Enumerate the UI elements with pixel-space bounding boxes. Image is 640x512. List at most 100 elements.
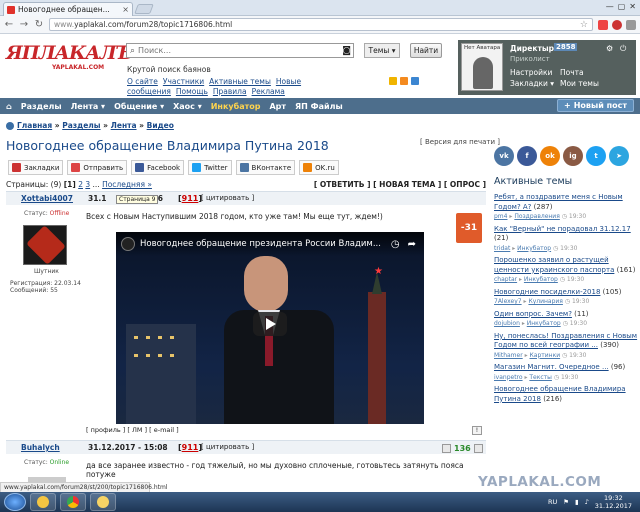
topic-link[interactable]: Один вопрос. Зачем? (494, 310, 572, 318)
post-number-link[interactable]: 911 (182, 194, 199, 203)
topic-actions[interactable]: [ ОТВЕТИТЬ ] [ НОВАЯ ТЕМА ] [ ОПРОС ] (314, 180, 486, 189)
forward-icon[interactable]: → (19, 19, 29, 30)
post-author[interactable]: Buhalych (21, 443, 60, 452)
avatar[interactable] (23, 225, 67, 265)
topic-section[interactable]: Инкубатор (517, 245, 551, 252)
report-icon[interactable]: ! (472, 426, 482, 435)
post-number[interactable]: [911] (178, 194, 202, 203)
themes-dropdown[interactable]: Темы ▾ (364, 43, 400, 58)
cite-button[interactable]: [ цитировать ] (201, 194, 254, 202)
share-vk-button[interactable]: ВКонтакте (235, 160, 296, 175)
play-button[interactable] (253, 312, 287, 336)
mail-link[interactable]: Почта (560, 68, 584, 77)
crumb-video[interactable]: Видео (147, 121, 174, 130)
cite-button[interactable]: [ цитировать ] (201, 443, 254, 451)
opera-icon[interactable] (612, 19, 622, 30)
site-logo[interactable]: ЯПЛАКАЛЪ YAPLAKAL.COM (6, 42, 134, 78)
topic-user[interactable]: dojubion (494, 320, 520, 327)
tray-flag-icon[interactable]: ⚑ (563, 498, 569, 506)
topic-user[interactable]: Mithamer (494, 352, 523, 359)
topic-section[interactable]: Поздравления (514, 213, 560, 220)
topic-section[interactable]: Картинки (530, 352, 561, 359)
topic-section[interactable]: Инкубатор (524, 276, 558, 283)
find-button[interactable]: Найти (410, 43, 442, 58)
bookmarks-link[interactable]: Закладки ▾ (510, 79, 554, 88)
print-version-link[interactable]: [ Версия для печати ] (420, 138, 500, 146)
post-number[interactable]: [911] (178, 443, 202, 452)
topic-link[interactable]: Ребят, а поздравите меня с Новым Годом? … (494, 193, 623, 211)
topic-link[interactable]: Как "Верный" не порадовал 31.12.17 (494, 225, 631, 233)
link-rules[interactable]: Правила (213, 87, 247, 96)
instagram-icon[interactable]: ig (563, 146, 583, 166)
share-facebook-button[interactable]: Facebook (131, 160, 185, 175)
language-indicator[interactable]: RU (548, 498, 557, 506)
link-ads[interactable]: Реклама (252, 87, 285, 96)
bookmark-star-icon[interactable]: ☆ (580, 20, 588, 30)
crumb-home[interactable]: Главная (17, 121, 52, 130)
user-avatar[interactable]: Нет Аватара (461, 43, 503, 91)
menu-art[interactable]: Арт (269, 102, 286, 111)
post-number-link[interactable]: 911 (182, 443, 199, 452)
my-topics-link[interactable]: Мои темы (560, 79, 599, 88)
topic-link[interactable]: Порошенко заявил о растущей ценности укр… (494, 256, 614, 274)
new-post-button[interactable]: + Новый пост (557, 99, 634, 112)
settings-link[interactable]: Настройки (510, 68, 552, 77)
logout-icon[interactable]: ⏻ (620, 44, 626, 54)
link-about[interactable]: О сайте (127, 77, 158, 86)
twitter-icon[interactable]: t (586, 146, 606, 166)
menu-sections[interactable]: Разделы (21, 102, 62, 111)
new-tab-button[interactable] (134, 4, 154, 14)
menu-feed[interactable]: Лента ▾ (71, 102, 105, 111)
topic-link[interactable]: Новогодние посиделки-2018 (494, 288, 600, 296)
start-button[interactable] (4, 493, 26, 511)
channel-icon[interactable] (121, 237, 135, 251)
menu-icon[interactable] (626, 19, 636, 30)
topic-user[interactable]: ivanpetro (494, 374, 523, 381)
extension-icon[interactable] (598, 19, 608, 30)
close-window-button[interactable]: ✕ (629, 2, 636, 11)
rating-down-icon[interactable] (442, 444, 451, 453)
topic-link[interactable]: Магазин Магнит. Очередное ... (494, 363, 609, 371)
vk-icon[interactable]: vk (494, 146, 514, 166)
page-2-link[interactable]: 2 (78, 180, 83, 189)
edit-icon[interactable] (411, 77, 419, 85)
taskbar-app[interactable] (90, 493, 116, 511)
share-bookmarks-button[interactable]: Закладки (8, 160, 64, 175)
taskbar-explorer[interactable] (30, 493, 56, 511)
link-help[interactable]: Помощь (176, 87, 208, 96)
taskbar-chrome[interactable] (60, 493, 86, 511)
topic-user[interactable]: chaptar (494, 276, 517, 283)
link-members[interactable]: Участники (163, 77, 204, 86)
share-twitter-button[interactable]: Twitter (188, 160, 232, 175)
share-send-button[interactable]: Отправить (67, 160, 128, 175)
user-name[interactable]: Директыр (510, 44, 554, 53)
ok-icon[interactable]: ok (540, 146, 560, 166)
rating-up-icon[interactable] (473, 444, 483, 453)
video-title[interactable]: Новогоднее обращение президента России В… (140, 239, 381, 249)
clock[interactable]: 19:32 31.12.2017 (595, 494, 632, 510)
volume-icon[interactable]: ♪ (585, 498, 589, 506)
menu-files[interactable]: ЯП Файлы (295, 102, 343, 111)
menu-communication[interactable]: Общение ▾ (114, 102, 164, 111)
topic-section[interactable]: Тексты (529, 374, 552, 381)
minimize-button[interactable]: — (606, 2, 614, 11)
video-player[interactable]: ★ Новогоднее обращение президента России… (116, 232, 424, 424)
topic-user[interactable]: tridat (494, 245, 510, 252)
crumb-feed[interactable]: Лента (111, 121, 137, 130)
close-tab-icon[interactable]: × (119, 5, 132, 14)
share-icon[interactable]: ➦ (408, 239, 416, 250)
camera-icon[interactable]: ◙ (342, 46, 351, 56)
post-footer-links[interactable]: [ профиль ] [ ЛМ ] [ e-mail ] (86, 426, 179, 434)
search-input[interactable] (138, 46, 329, 55)
telegram-icon[interactable]: ➤ (609, 146, 629, 166)
menu-incubator[interactable]: Инкубатор (211, 102, 261, 111)
rss-icon[interactable] (400, 77, 408, 85)
topic-user[interactable]: 7Alexey7 (494, 298, 522, 305)
network-icon[interactable]: ▮ (575, 498, 579, 506)
page-3-link[interactable]: 3 (85, 180, 90, 189)
topic-section[interactable]: Кулинария (528, 298, 562, 305)
settings-gear-icon[interactable]: ⚙ (606, 44, 613, 53)
menu-chaos[interactable]: Хаос ▾ (173, 102, 202, 111)
maximize-button[interactable]: ▢ (618, 2, 626, 11)
share-ok-button[interactable]: OK.ru (299, 160, 339, 175)
